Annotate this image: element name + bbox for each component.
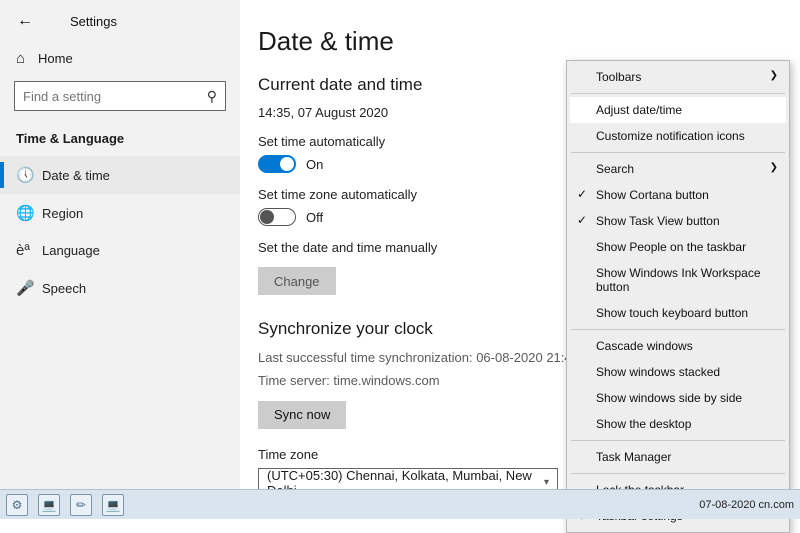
taskbar-clock[interactable]: 07-08-2020 cn.com	[699, 499, 794, 511]
cm-separator	[571, 473, 785, 474]
sidebar-item-label: Language	[42, 243, 100, 258]
cm-label: Cascade windows	[596, 339, 693, 353]
cm-stacked[interactable]: Show windows stacked	[570, 359, 786, 385]
sidebar-item-language[interactable]: èª Language	[0, 232, 240, 269]
sidebar-header: ← Settings	[0, 8, 240, 42]
toggle-state: Off	[306, 210, 323, 225]
cm-show-cortana[interactable]: ✓ Show Cortana button	[570, 182, 786, 208]
cm-side-by-side[interactable]: Show windows side by side	[570, 385, 786, 411]
microphone-icon: 🎤	[16, 279, 42, 297]
back-button[interactable]: ←	[16, 12, 34, 30]
cm-customize-notif[interactable]: Customize notification icons	[570, 123, 786, 149]
search-input[interactable]: ⚲	[14, 81, 226, 111]
window-title: Settings	[70, 14, 117, 29]
cm-label: Show Windows Ink Workspace button	[596, 266, 761, 294]
taskbar-app-icon[interactable]: 💻	[38, 494, 60, 516]
cm-show-touchkb[interactable]: Show touch keyboard button	[570, 300, 786, 326]
toggle-thumb	[280, 157, 294, 171]
sidebar-item-speech[interactable]: 🎤 Speech	[0, 269, 240, 307]
change-button[interactable]: Change	[258, 267, 336, 295]
cm-label: Adjust date/time	[596, 103, 682, 117]
cm-task-manager[interactable]: Task Manager	[570, 444, 786, 470]
cm-label: Task Manager	[596, 450, 671, 464]
settings-window: ← Settings ⌂ Home ⚲ Time & Language 🕔 Da…	[0, 0, 800, 519]
cm-label: Show the desktop	[596, 417, 691, 431]
cm-adjust-datetime[interactable]: Adjust date/time	[570, 97, 786, 123]
sidebar-item-label: Region	[42, 206, 83, 221]
cm-separator	[571, 93, 785, 94]
taskbar-app-icon[interactable]: 💻	[102, 494, 124, 516]
search-field[interactable]	[23, 89, 207, 104]
toggle-thumb	[260, 210, 274, 224]
cm-label: Search	[596, 162, 634, 176]
cm-label: Show Task View button	[596, 214, 720, 228]
globe-icon: 🌐	[16, 204, 42, 222]
home-icon: ⌂	[16, 50, 38, 67]
sidebar-home-label: Home	[38, 51, 73, 66]
cm-cascade[interactable]: Cascade windows	[570, 333, 786, 359]
taskbar-app-icon[interactable]: ✏	[70, 494, 92, 516]
sidebar-category: Time & Language	[0, 121, 240, 156]
sidebar: ← Settings ⌂ Home ⚲ Time & Language 🕔 Da…	[0, 0, 240, 490]
chevron-right-icon: ❯	[770, 162, 778, 173]
sidebar-item-region[interactable]: 🌐 Region	[0, 194, 240, 232]
cm-label: Show People on the taskbar	[596, 240, 746, 254]
cm-label: Toolbars	[596, 70, 641, 84]
cm-label: Show touch keyboard button	[596, 306, 748, 320]
taskbar-left: ⚙ 💻 ✏ 💻	[6, 494, 124, 516]
chevron-right-icon: ❯	[770, 70, 778, 81]
cm-search[interactable]: Search ❯	[570, 156, 786, 182]
sidebar-item-label: Date & time	[42, 168, 110, 183]
cm-label: Customize notification icons	[596, 129, 745, 143]
sidebar-item-label: Speech	[42, 281, 86, 296]
sync-now-button[interactable]: Sync now	[258, 401, 346, 429]
sidebar-item-datetime[interactable]: 🕔 Date & time	[0, 156, 240, 194]
cm-label: Show windows stacked	[596, 365, 720, 379]
clock-icon: 🕔	[16, 166, 42, 184]
cm-show-desktop[interactable]: Show the desktop	[570, 411, 786, 437]
toggle-state: On	[306, 157, 323, 172]
cm-show-people[interactable]: Show People on the taskbar	[570, 234, 786, 260]
cm-label: Show windows side by side	[596, 391, 742, 405]
cm-toolbars[interactable]: Toolbars ❯	[570, 64, 786, 90]
page-title: Date & time	[258, 26, 792, 57]
cm-separator	[571, 440, 785, 441]
taskbar: ⚙ 💻 ✏ 💻 07-08-2020 cn.com	[0, 489, 800, 519]
toggle-track	[258, 208, 296, 226]
taskbar-start-icon[interactable]: ⚙	[6, 494, 28, 516]
toggle-track	[258, 155, 296, 173]
cm-show-ink[interactable]: Show Windows Ink Workspace button	[570, 260, 786, 300]
chevron-down-icon: ▾	[544, 477, 549, 488]
cm-show-taskview[interactable]: ✓ Show Task View button	[570, 208, 786, 234]
cm-label: Show Cortana button	[596, 188, 709, 202]
search-icon: ⚲	[207, 88, 217, 105]
taskbar-context-menu: Toolbars ❯ Adjust date/time Customize no…	[566, 60, 790, 533]
check-icon: ✓	[577, 187, 587, 201]
sidebar-home[interactable]: ⌂ Home	[0, 42, 240, 75]
check-icon: ✓	[577, 213, 587, 227]
cm-separator	[571, 329, 785, 330]
language-icon: èª	[16, 242, 42, 259]
cm-separator	[571, 152, 785, 153]
